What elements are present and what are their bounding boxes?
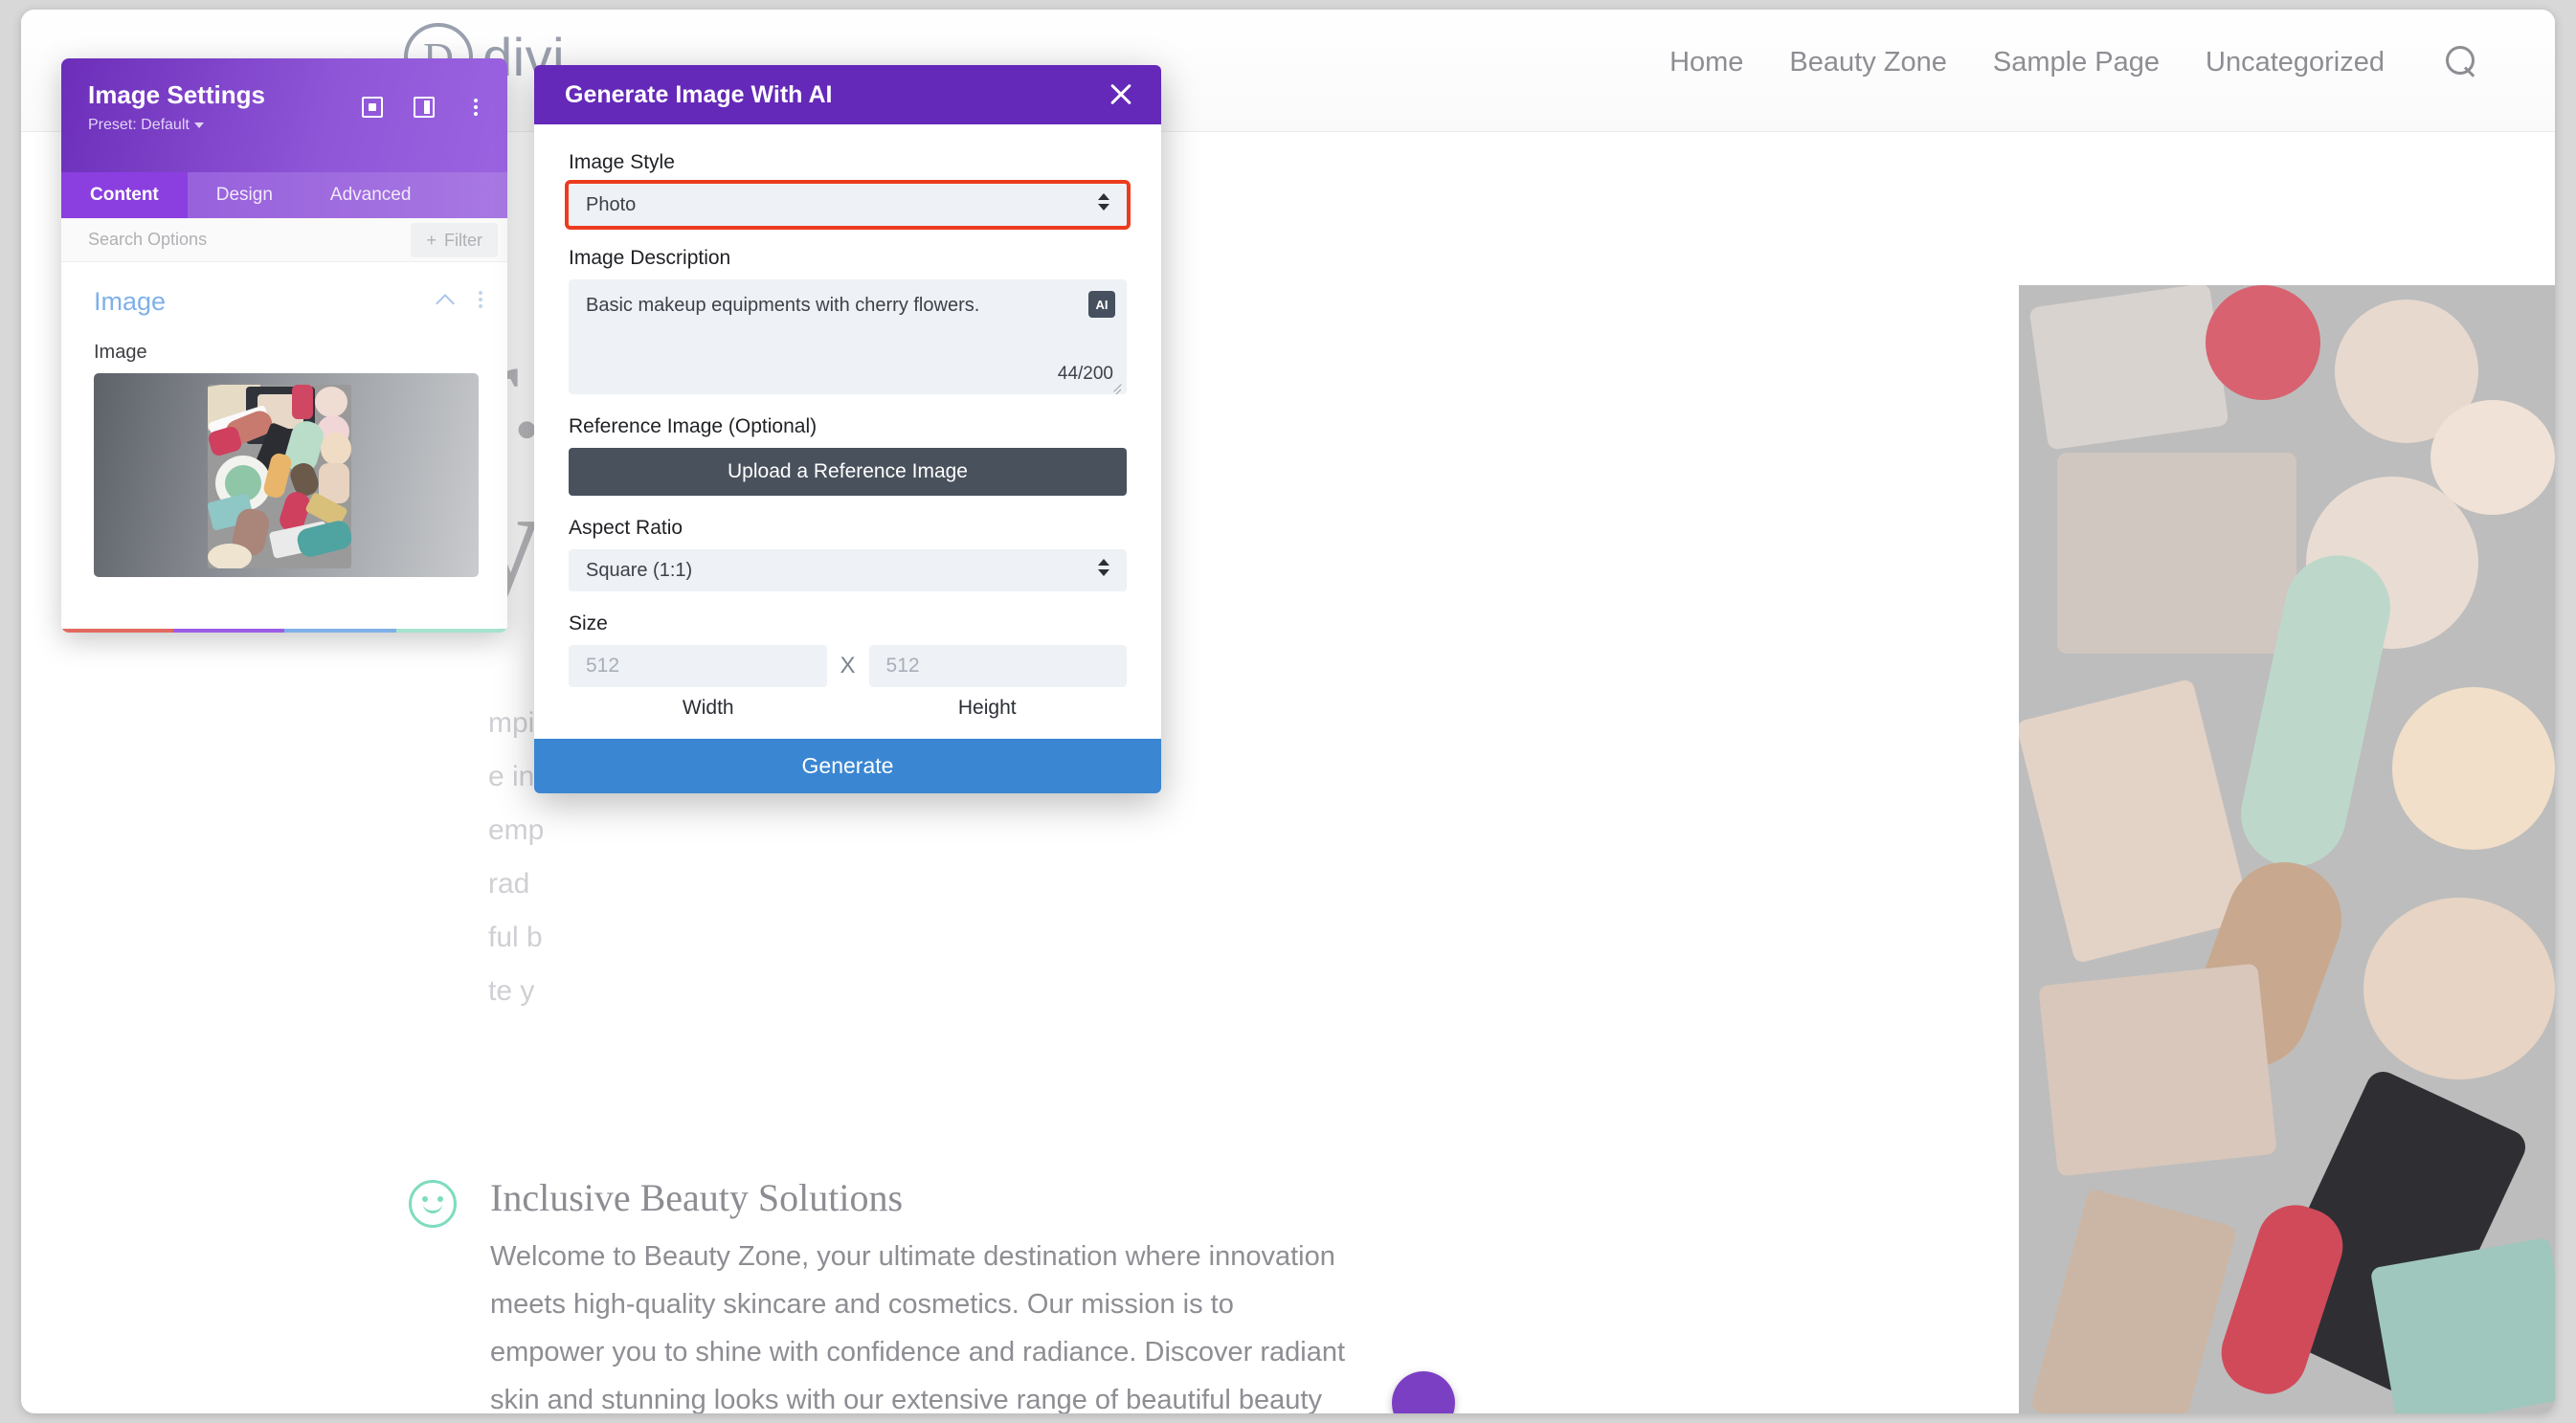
settings-panel-header: Image Settings Preset: Default — [61, 58, 507, 172]
image-description-input[interactable]: Basic makeup equipments with cherry flow… — [569, 279, 1127, 394]
more-vertical-icon[interactable] — [465, 97, 486, 118]
preset-label: Preset: Default — [88, 117, 190, 133]
modal-title: Generate Image With AI — [565, 81, 833, 108]
floating-action-button[interactable] — [1392, 1371, 1455, 1413]
page-title: Image Settings — [88, 80, 265, 109]
plus-icon: + — [426, 230, 437, 250]
nav-item-home[interactable]: Home — [1669, 47, 1743, 78]
cancel-button[interactable]: ✖ — [61, 629, 173, 633]
screen-root: D divi Home Beauty Zone Sample Page Unca… — [0, 0, 2576, 1423]
height-input[interactable]: 512 — [868, 645, 1128, 687]
settings-panel-header-icons — [362, 97, 486, 118]
nav-item-beauty-zone[interactable]: Beauty Zone — [1789, 47, 1946, 78]
image-preview[interactable] — [94, 373, 479, 577]
focus-icon[interactable] — [362, 97, 383, 118]
size-captions: Width Height — [569, 697, 1127, 720]
size-label: Size — [569, 612, 608, 634]
resize-handle[interactable] — [1112, 381, 1124, 392]
nav-item-sample-page[interactable]: Sample Page — [1993, 47, 2160, 78]
browser-viewport: D divi Home Beauty Zone Sample Page Unca… — [21, 10, 2555, 1413]
search-input[interactable]: Search Options — [88, 230, 207, 250]
image-thumbnail — [208, 385, 351, 568]
size-separator: X — [840, 653, 856, 678]
image-group-header: Image — [61, 262, 507, 317]
aspect-ratio-select[interactable]: Square (1:1) — [569, 549, 1127, 591]
close-icon[interactable] — [1106, 78, 1136, 109]
image-style-value: Photo — [586, 193, 637, 215]
smiley-icon — [409, 1180, 457, 1228]
modal-header: Generate Image With AI — [534, 65, 1161, 124]
chevron-updown-icon — [1098, 193, 1109, 211]
width-input[interactable]: 512 — [569, 645, 827, 687]
more-vertical-icon[interactable] — [479, 291, 482, 308]
preset-selector[interactable]: Preset: Default — [88, 117, 204, 134]
chevron-up-icon[interactable] — [437, 291, 454, 308]
aspect-ratio-label: Aspect Ratio — [569, 517, 683, 539]
image-field-label: Image — [94, 342, 147, 363]
hero-photo — [2019, 285, 2555, 1413]
character-counter: 44/200 — [1057, 364, 1113, 384]
filter-label: Filter — [444, 230, 482, 250]
undo-button[interactable]: ↺ — [172, 629, 284, 633]
aspect-ratio-value: Square (1:1) — [586, 559, 693, 581]
group-title: Image — [94, 287, 167, 316]
search-options-row: Search Options + Filter — [61, 218, 507, 262]
site-nav: Home Beauty Zone Sample Page Uncategoriz… — [1669, 46, 2478, 78]
width-caption: Width — [682, 697, 734, 719]
modal-body: Image Style Photo Image Description Basi… — [534, 124, 1161, 720]
image-style-label: Image Style — [569, 151, 675, 173]
image-description-value: Basic makeup equipments with cherry flow… — [586, 295, 980, 316]
upload-reference-image-button[interactable]: Upload a Reference Image — [569, 448, 1127, 496]
settings-panel-actions: ✖ ↺ ↻ ✔ — [61, 629, 507, 633]
settings-panel-body: Image Image — [61, 262, 507, 633]
save-button[interactable]: ✔ — [395, 629, 507, 633]
tab-advanced[interactable]: Advanced — [302, 172, 440, 218]
image-style-select[interactable]: Photo — [565, 180, 1131, 230]
settings-tabs: Content Design Advanced — [61, 172, 507, 218]
nav-item-uncategorized[interactable]: Uncategorized — [2206, 47, 2385, 78]
generate-image-ai-modal: Generate Image With AI Image Style Photo… — [534, 65, 1161, 793]
height-caption: Height — [957, 697, 1017, 719]
ai-icon[interactable]: AI — [1088, 291, 1115, 318]
image-settings-panel: Image Settings Preset: Default Content D… — [61, 58, 507, 633]
generate-button[interactable]: Generate — [534, 739, 1161, 793]
group-tools — [437, 291, 482, 308]
filter-button[interactable]: + Filter — [411, 223, 498, 257]
image-description-label: Image Description — [569, 247, 731, 269]
redo-button[interactable]: ↻ — [284, 629, 396, 633]
tab-content[interactable]: Content — [61, 172, 188, 218]
tab-design[interactable]: Design — [188, 172, 302, 218]
chevron-updown-icon — [1098, 559, 1109, 576]
size-row: 512 X 512 — [569, 645, 1128, 687]
reference-image-label: Reference Image (Optional) — [569, 415, 818, 437]
body-copy: Welcome to Beauty Zone, your ultimate de… — [490, 1241, 1346, 1413]
layout-icon[interactable] — [414, 97, 435, 118]
section-title: Inclusive Beauty Solutions — [490, 1176, 904, 1219]
search-icon[interactable] — [2446, 46, 2478, 78]
